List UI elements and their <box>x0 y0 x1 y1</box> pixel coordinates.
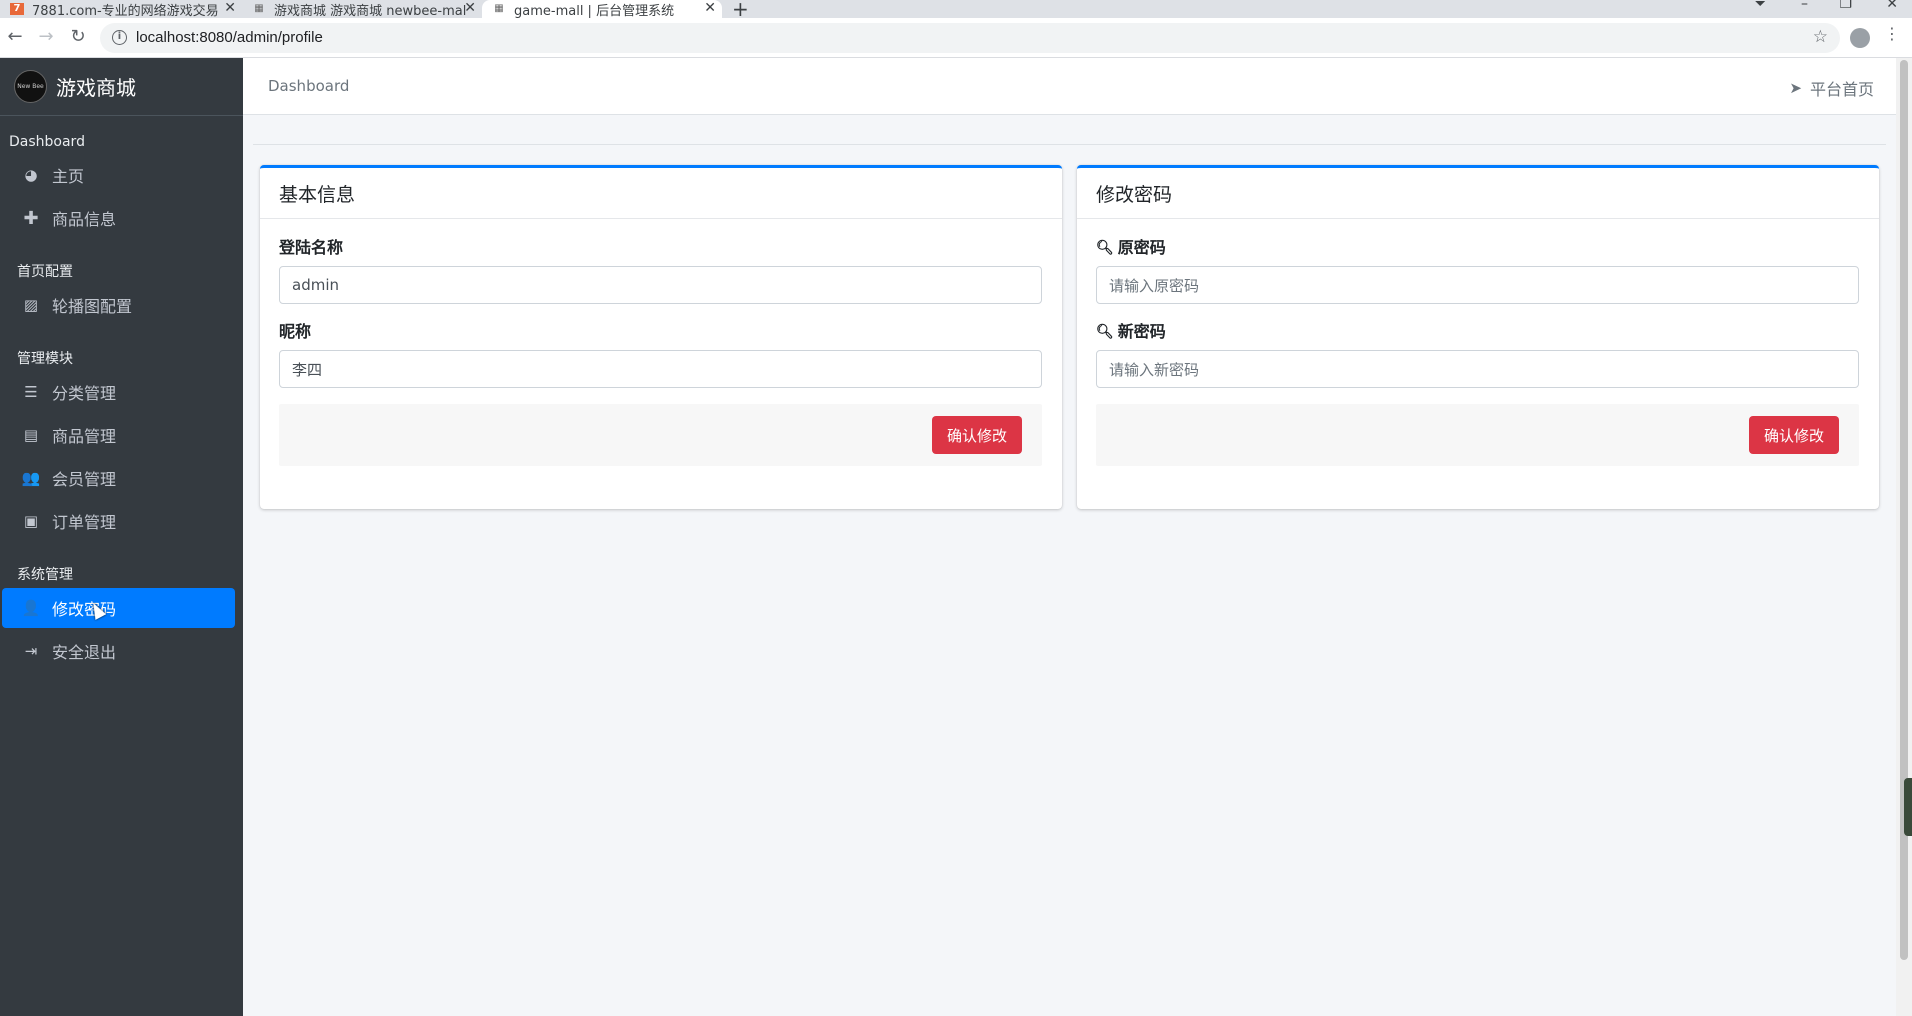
card-footer: 确认修改 <box>279 404 1042 466</box>
close-tab-icon[interactable]: ✕ <box>224 0 236 16</box>
list-icon: ☰ <box>24 383 38 401</box>
address-bar[interactable]: i localhost:8080/admin/profile ☆ <box>100 23 1840 53</box>
url-text[interactable]: localhost:8080/admin/profile <box>136 29 323 46</box>
new-password-input[interactable]: 请输入新密码 <box>1096 350 1859 388</box>
tab-search-icon[interactable]: ⏷ <box>1755 0 1766 12</box>
browser-tab-title: 游戏商城 游戏商城 newbee-mal <box>274 3 467 19</box>
sidebar-item-label: 商品管理 <box>52 427 117 446</box>
login-name-input[interactable]: admin <box>279 266 1042 304</box>
new-password-label: 新密码 <box>1117 322 1166 341</box>
sign-out-icon: ⇥ <box>24 642 38 660</box>
main-content: Dashboard ➤ 平台首页 基本信息 登陆名称 admin 昵称 李四 确… <box>243 58 1896 1016</box>
grid-favicon-icon: ▦ <box>254 3 264 14</box>
old-password-input[interactable]: 请输入原密码 <box>1096 266 1859 304</box>
platform-home-link[interactable]: ➤ 平台首页 <box>1789 76 1874 100</box>
sidebar: New Bee 游戏商城 Dashboard ◕ 主页 ✚ 商品信息 首页配置 … <box>0 58 243 1016</box>
sidebar-item-logout[interactable]: ⇥ 安全退出 <box>2 631 235 671</box>
profile-avatar-icon[interactable] <box>1850 28 1870 48</box>
archive-icon: ▤ <box>23 426 39 444</box>
browser-menu-icon[interactable]: ⋮ <box>1884 24 1900 43</box>
sidebar-item-orders[interactable]: ▣ 订单管理 <box>2 501 235 541</box>
image-icon: ▨ <box>23 296 39 314</box>
browser-tab-title: 7881.com-专业的网络游戏交易 <box>32 3 219 19</box>
nickname-label: 昵称 <box>279 322 312 341</box>
sidebar-item-home[interactable]: ◕ 主页 <box>2 155 235 195</box>
money-icon: ▣ <box>23 512 39 530</box>
browser-tab-strip: 7 7881.com-专业的网络游戏交易 ✕ ▦ 游戏商城 游戏商城 newbe… <box>0 0 1912 21</box>
sidebar-item-goods-info[interactable]: ✚ 商品信息 <box>2 198 235 238</box>
nickname-input[interactable]: 李四 <box>279 350 1042 388</box>
change-password-title: 修改密码 <box>1096 183 1173 206</box>
paper-plane-icon: ➤ <box>1789 79 1802 97</box>
reload-icon[interactable]: ↻ <box>67 26 89 48</box>
grid-favicon-icon: ▦ <box>494 3 504 14</box>
top-navbar: Dashboard ➤ 平台首页 <box>243 58 1896 115</box>
site-info-icon[interactable]: i <box>112 30 127 45</box>
user-secret-icon: 👤 <box>21 599 41 617</box>
key-icon: 🔍︎ <box>1096 324 1114 340</box>
sidebar-item-label: 安全退出 <box>52 643 117 662</box>
login-name-label: 登陆名称 <box>279 238 344 257</box>
sidebar-item-label: 主页 <box>52 167 85 186</box>
sidebar-item-label: 修改密码 <box>52 600 117 619</box>
card-body: 🔍︎ 原密码 请输入原密码 🔍︎ 新密码 请输入新密码 确认修改 <box>1077 237 1879 466</box>
sidebar-item-change-password[interactable]: 👤 修改密码 <box>2 588 235 628</box>
dashboard-icon: ◕ <box>24 166 38 184</box>
sidebar-item-goods[interactable]: ▤ 商品管理 <box>2 415 235 455</box>
browser-tab-3[interactable]: ▦ game-mall | 后台管理系统 ✕ <box>482 0 722 18</box>
nav-header-homepage-config: 首页配置 <box>17 264 73 280</box>
forward-icon[interactable]: → <box>35 26 57 48</box>
browser-tab-title: game-mall | 后台管理系统 <box>514 3 675 19</box>
bookmark-star-icon[interactable]: ☆ <box>1813 27 1828 47</box>
card-footer: 确认修改 <box>1096 404 1859 466</box>
minimize-icon[interactable]: – <box>1801 0 1808 12</box>
back-icon[interactable]: ← <box>4 26 26 48</box>
browser-tab-2[interactable]: ▦ 游戏商城 游戏商城 newbee-mal ✕ <box>242 0 482 18</box>
sidebar-item-carousel[interactable]: ▨ 轮播图配置 <box>2 285 235 325</box>
sidebar-item-label: 会员管理 <box>52 470 117 489</box>
content-header <box>253 115 1886 145</box>
nav-header-management: 管理模块 <box>17 351 73 367</box>
close-tab-icon[interactable]: ✕ <box>464 0 476 16</box>
nav-header-system: 系统管理 <box>17 567 73 583</box>
key-icon: 🔍︎ <box>1096 240 1114 256</box>
page-scrollbar[interactable] <box>1896 58 1912 1016</box>
close-tab-icon[interactable]: ✕ <box>704 0 716 16</box>
restore-icon[interactable]: ❐ <box>1839 0 1852 12</box>
browser-toolbar: ← → ↻ i localhost:8080/admin/profile ☆ ⋮ <box>0 18 1912 58</box>
platform-home-label: 平台首页 <box>1809 80 1874 99</box>
sidebar-item-label: 商品信息 <box>52 210 117 229</box>
nav-header-dashboard: Dashboard <box>9 134 85 150</box>
edge-widget[interactable] <box>1904 778 1912 836</box>
brand-logo: New Bee <box>14 70 47 103</box>
old-password-label-row: 🔍︎ 原密码 <box>1096 237 1860 259</box>
sidebar-item-label: 订单管理 <box>52 513 117 532</box>
change-password-submit-button[interactable]: 确认修改 <box>1749 416 1839 454</box>
sidebar-item-label: 分类管理 <box>52 384 117 403</box>
card-header: 基本信息 <box>260 168 1062 219</box>
new-password-label-row: 🔍︎ 新密码 <box>1096 321 1860 343</box>
7881-favicon-icon: 7 <box>10 3 24 15</box>
brand-name: 游戏商城 <box>56 76 136 100</box>
basic-info-card: 基本信息 登陆名称 admin 昵称 李四 确认修改 <box>260 165 1062 509</box>
card-body: 登陆名称 admin 昵称 李四 确认修改 <box>260 237 1062 466</box>
old-password-label: 原密码 <box>1117 238 1166 257</box>
browser-tab-1[interactable]: 7 7881.com-专业的网络游戏交易 ✕ <box>0 0 242 18</box>
plus-icon: ✚ <box>23 207 39 229</box>
basic-info-title: 基本信息 <box>279 183 356 206</box>
change-password-card: 修改密码 🔍︎ 原密码 请输入原密码 🔍︎ 新密码 请输入新密码 确认修改 <box>1077 165 1879 509</box>
breadcrumb[interactable]: Dashboard <box>268 77 349 95</box>
sidebar-item-members[interactable]: 👥 会员管理 <box>2 458 235 498</box>
brand-link[interactable]: New Bee 游戏商城 <box>0 58 243 116</box>
card-header: 修改密码 <box>1077 168 1879 219</box>
sidebar-item-category[interactable]: ☰ 分类管理 <box>2 372 235 412</box>
close-window-icon[interactable]: ✕ <box>1886 0 1898 12</box>
basic-info-submit-button[interactable]: 确认修改 <box>932 416 1022 454</box>
users-icon: 👥 <box>21 469 41 487</box>
sidebar-item-label: 轮播图配置 <box>52 297 133 316</box>
